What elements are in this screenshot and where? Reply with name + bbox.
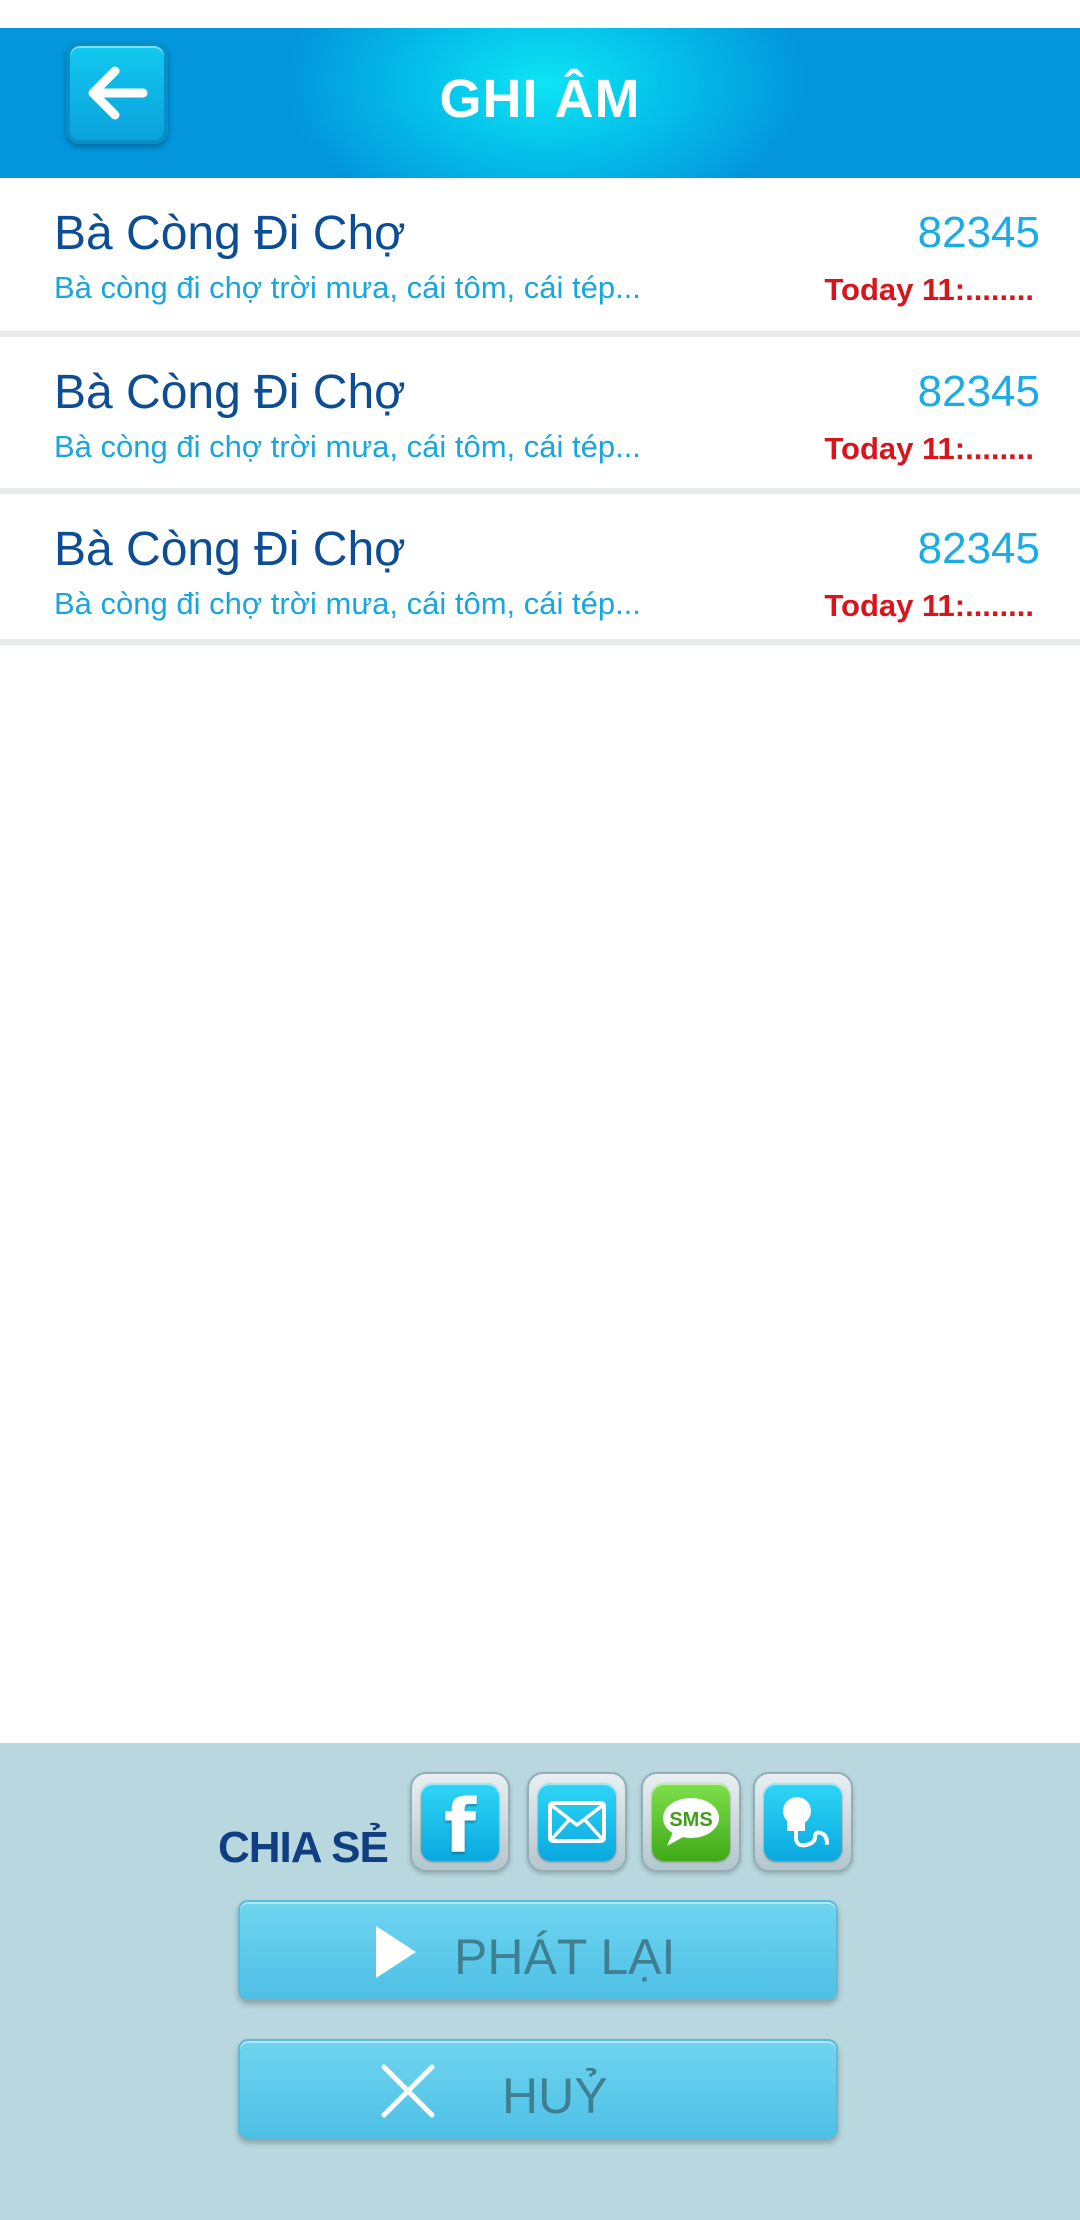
microphone-icon [764,1783,842,1861]
cancel-button-label: HUỶ [502,2068,608,2124]
recording-snippet: Bà còng đi chợ trời mưa, cái tôm, cái té… [54,429,641,464]
recording-snippet: Bà còng đi chợ trời mưa, cái tôm, cái té… [54,586,641,621]
recording-snippet: Bà còng đi chợ trời mưa, cái tôm, cái té… [54,270,641,305]
recording-list-item[interactable]: Bà Còng Đi Chợ Bà còng đi chợ trời mưa, … [0,494,1080,645]
sms-icon: SMS [652,1783,730,1861]
share-sms-button[interactable]: SMS [641,1772,741,1872]
recording-code: 82345 [917,208,1040,257]
play-icon [376,1926,416,1978]
share-email-button[interactable] [527,1772,627,1872]
page-title: GHI ÂM [439,69,641,129]
recording-title: Bà Còng Đi Chợ [54,366,406,419]
recording-title: Bà Còng Đi Chợ [54,523,406,576]
replay-button[interactable]: PHÁT LẠI [238,1900,838,2000]
facebook-icon: f [421,1783,499,1870]
recording-code: 82345 [917,524,1040,573]
recording-list-item[interactable]: Bà Còng Đi Chợ Bà còng đi chợ trời mưa, … [0,178,1080,337]
bottom-panel: CHIA SẺ f SMS PHÁT LẠI HUỶ [0,1743,1080,2220]
recording-time: Today 11:........ [824,588,1034,623]
recording-list: Bà Còng Đi Chợ Bà còng đi chợ trời mưa, … [0,178,1080,645]
sms-icon-text: SMS [669,1809,712,1831]
share-facebook-button[interactable]: f [410,1772,510,1872]
recording-time: Today 11:........ [824,431,1034,466]
replay-button-label: PHÁT LẠI [454,1929,676,1985]
recording-time: Today 11:........ [824,272,1034,307]
recording-code: 82345 [917,367,1040,416]
close-icon [381,2064,435,2118]
share-label: CHIA SẺ [218,1823,389,1872]
facebook-glyph: f [443,1784,477,1870]
recording-title: Bà Còng Đi Chợ [54,207,406,260]
app-header: GHI ÂM [0,28,1080,178]
cancel-button[interactable]: HUỶ [238,2039,838,2139]
email-icon [538,1783,616,1861]
recording-list-item[interactable]: Bà Còng Đi Chợ Bà còng đi chợ trời mưa, … [0,337,1080,494]
share-record-button[interactable] [753,1772,853,1872]
